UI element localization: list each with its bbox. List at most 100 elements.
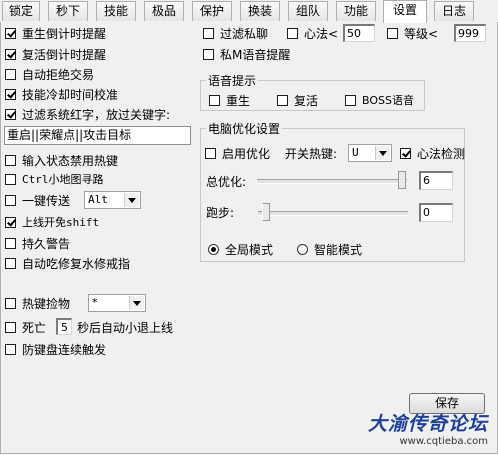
- checkbox-box[interactable]: [400, 147, 411, 159]
- hotkey-pickup-checkbox[interactable]: 热键捡物: [5, 295, 70, 311]
- durability-warning-checkbox[interactable]: 持久警告: [5, 235, 70, 251]
- checkbox-box[interactable]: [5, 173, 16, 185]
- input-disable-hotkey-checkbox[interactable]: 输入状态禁用热键: [5, 152, 118, 168]
- teleport-key-select[interactable]: Alt: [84, 191, 141, 209]
- checkbox-box[interactable]: [5, 297, 16, 309]
- mind-detect-checkbox[interactable]: 心法检测: [400, 145, 465, 161]
- tab-settings[interactable]: 设置: [383, 0, 427, 23]
- tab-log[interactable]: 日志: [434, 1, 474, 21]
- checkbox-box[interactable]: [5, 27, 16, 39]
- switch-hotkey-select[interactable]: U: [348, 144, 392, 162]
- chevron-down-icon[interactable]: [129, 296, 144, 310]
- total-optimize-input[interactable]: 6: [419, 171, 453, 190]
- checkbox-label: 过滤私聊: [220, 26, 269, 41]
- chevron-down-icon[interactable]: [124, 193, 139, 207]
- total-optimize-slider-thumb[interactable]: [398, 171, 406, 189]
- voice-boss-checkbox[interactable]: BOSS语音: [345, 92, 414, 108]
- checkbox-box[interactable]: [5, 343, 16, 355]
- checkbox-box[interactable]: [287, 27, 298, 39]
- checkbox-box[interactable]: [5, 154, 16, 166]
- mode-smart-radio[interactable]: 智能模式: [297, 241, 362, 257]
- level-checkbox[interactable]: 等级<: [387, 25, 438, 41]
- select-value: U: [352, 146, 359, 159]
- private-m-voice-checkbox[interactable]: 私M语音提醒: [203, 46, 290, 62]
- anti-key-repeat-checkbox[interactable]: 防键盘连续触发: [5, 341, 106, 357]
- checkbox-label: 心法检测: [417, 146, 466, 161]
- tab-label: 保护: [199, 4, 224, 18]
- respawn-countdown-checkbox[interactable]: 重生倒计时提醒: [5, 25, 106, 41]
- login-shift-checkbox[interactable]: 上线开免shift: [5, 214, 99, 230]
- chevron-down-icon[interactable]: [375, 146, 390, 160]
- checkbox-label: 私M语音提醒: [220, 47, 291, 62]
- radio-label: 全局模式: [225, 242, 274, 257]
- run-slider-thumb[interactable]: [262, 203, 270, 221]
- checkbox-label: Ctrl小地图寻路: [22, 173, 104, 186]
- radio-dot[interactable]: [297, 243, 308, 255]
- checkbox-box[interactable]: [5, 68, 16, 80]
- total-optimize-slider-track[interactable]: [257, 179, 407, 184]
- tab-lock[interactable]: 锁定: [2, 1, 40, 21]
- death-seconds-input[interactable]: 5: [56, 318, 72, 335]
- mind-method-input[interactable]: 50: [343, 24, 375, 42]
- tab-label: 设置: [392, 3, 417, 17]
- checkbox-box[interactable]: [277, 94, 288, 106]
- checkbox-box[interactable]: [5, 88, 16, 100]
- filter-system-red-checkbox[interactable]: 过滤系统红字，放过关键字:: [5, 106, 170, 122]
- checkbox-box[interactable]: [5, 194, 16, 206]
- checkbox-box[interactable]: [205, 147, 216, 159]
- voice-revive-checkbox[interactable]: 复活: [277, 92, 318, 108]
- checkbox-box[interactable]: [345, 94, 356, 106]
- mind-method-checkbox[interactable]: 心法<: [287, 25, 338, 41]
- radio-dot[interactable]: [208, 243, 219, 255]
- voice-respawn-checkbox[interactable]: 重生: [209, 92, 250, 108]
- tab-label: 换装: [247, 4, 272, 18]
- checkbox-box[interactable]: [203, 27, 214, 39]
- radio-label: 智能模式: [314, 242, 363, 257]
- enable-optimize-checkbox[interactable]: 启用优化: [205, 145, 270, 161]
- filter-private-chat-checkbox[interactable]: 过滤私聊: [203, 25, 268, 41]
- tab-team[interactable]: 组队: [288, 1, 328, 21]
- skill-cooldown-sync-checkbox[interactable]: 技能冷却时间校准: [5, 86, 118, 102]
- tab-label: 极品: [151, 4, 176, 18]
- one-key-teleport-checkbox[interactable]: 一键传送: [5, 192, 70, 208]
- checkbox-label: 持久警告: [22, 236, 71, 251]
- checkbox-label: 启用优化: [222, 146, 271, 161]
- checkbox-label: BOSS语音: [362, 94, 414, 107]
- checkbox-label: 自动拒绝交易: [22, 67, 95, 82]
- checkbox-label: 复活倒计时提醒: [22, 47, 107, 62]
- checkbox-box[interactable]: [5, 216, 16, 228]
- checkbox-box[interactable]: [203, 48, 214, 60]
- pc-optimize-title: 电脑优化设置: [206, 120, 283, 137]
- tab-functions[interactable]: 功能: [336, 1, 376, 21]
- revive-countdown-checkbox[interactable]: 复活倒计时提醒: [5, 46, 106, 62]
- checkbox-label: 过滤系统红字，放过关键字:: [22, 107, 171, 122]
- tab-equip-swap[interactable]: 换装: [240, 1, 280, 21]
- tab-rare-items[interactable]: 极品: [144, 1, 184, 21]
- checkbox-box[interactable]: [5, 237, 16, 249]
- level-input[interactable]: 999: [454, 24, 486, 42]
- run-slider-track[interactable]: [258, 211, 408, 216]
- checkbox-box[interactable]: [387, 27, 398, 39]
- tab-skills[interactable]: 技能: [96, 1, 136, 21]
- auto-eat-repair-checkbox[interactable]: 自动吃修复水修戒指: [5, 255, 130, 271]
- death-checkbox[interactable]: 死亡: [5, 319, 46, 335]
- total-optimize-label: 总优化:: [206, 173, 246, 189]
- tab-protect[interactable]: 保护: [192, 1, 232, 21]
- checkbox-box[interactable]: [209, 94, 220, 106]
- checkbox-box[interactable]: [5, 257, 16, 269]
- auto-reject-trade-checkbox[interactable]: 自动拒绝交易: [5, 66, 94, 82]
- checkbox-box[interactable]: [5, 48, 16, 60]
- checkbox-label: 防键盘连续触发: [22, 342, 107, 357]
- checkbox-box[interactable]: [5, 321, 16, 333]
- checkbox-label: 热键捡物: [22, 296, 71, 311]
- keyword-input[interactable]: 重启||荣耀点||攻击目标: [4, 126, 191, 145]
- tab-instant-drop[interactable]: 秒下: [48, 1, 88, 21]
- checkbox-box[interactable]: [5, 108, 16, 120]
- ctrl-minimap-path-checkbox[interactable]: Ctrl小地图寻路: [5, 171, 104, 187]
- voice-prompt-title: 语音提示: [206, 72, 259, 89]
- mode-global-radio[interactable]: 全局模式: [208, 241, 273, 257]
- forum-watermark: 大渝传奇论坛 www.cqtieba.com: [368, 409, 488, 447]
- checkbox-label: 上线开免shift: [22, 216, 100, 229]
- run-input[interactable]: 0: [419, 203, 453, 222]
- pickup-key-select[interactable]: *: [88, 294, 146, 312]
